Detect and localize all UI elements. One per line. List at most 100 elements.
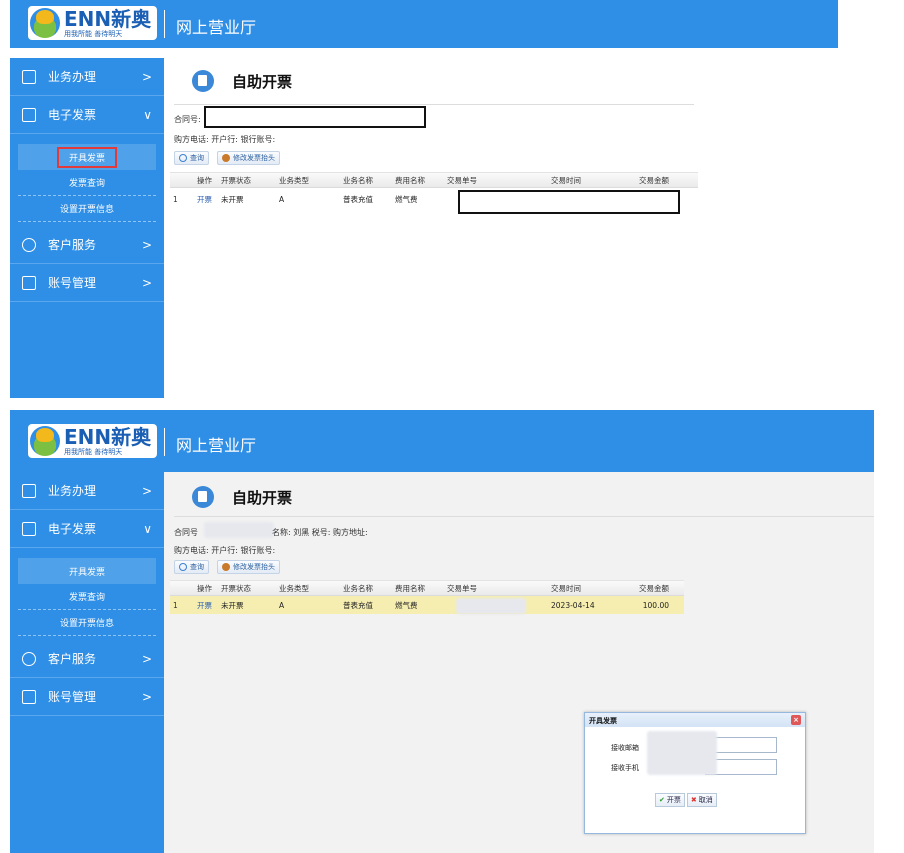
brand-slogan: 用我所能 善待明天 [64, 447, 123, 456]
nav-business[interactable]: 业务办理 > [10, 472, 164, 510]
sub-invoice-settings[interactable]: 设置开票信息 [18, 610, 156, 636]
user-card-icon [22, 275, 36, 290]
title-divider [174, 104, 694, 105]
cell-status: 未开票 [221, 194, 244, 204]
nav-customer-service[interactable]: 客户服务 > [10, 640, 164, 678]
nav-label: 业务办理 [48, 484, 97, 498]
page-title: 自助开票 [232, 488, 293, 507]
chevron-right-icon: > [141, 652, 152, 666]
issue-invoice-link[interactable]: 开票 [184, 194, 218, 205]
col-header: 业务类型 [279, 175, 309, 185]
cell-fee-name: 燃气费 [395, 600, 418, 610]
cell-biz-name: 普表充值 [343, 600, 373, 610]
query-label: 查询 [190, 563, 204, 571]
sub-issue-invoice[interactable]: 开具发票 [18, 144, 156, 170]
col-header: 业务名称 [343, 583, 373, 593]
sub-invoice-query[interactable]: 发票查询 [18, 170, 156, 196]
buyer-bank-row: 购方电话: 开户行: 银行账号: [174, 135, 276, 144]
col-header: 交易时间 [551, 583, 581, 593]
chevron-right-icon: > [141, 276, 152, 290]
contract-row: 合同号 [174, 527, 198, 538]
edit-header-label: 修改发票抬头 [233, 154, 275, 162]
contract-label: 合同号 [174, 528, 198, 537]
e-invoice-submenu: 开具发票 发票查询 设置开票信息 [10, 134, 164, 226]
row-index: 1 [173, 600, 178, 610]
nav-customer-service[interactable]: 客户服务 > [10, 226, 164, 264]
sub-issue-invoice[interactable]: 开具发票 [18, 558, 156, 584]
cell-biz-type: A [279, 194, 285, 204]
highlight-annotation: 开具发票 [56, 146, 117, 168]
edit-header-label: 修改发票抬头 [233, 563, 275, 571]
nav-e-invoice[interactable]: 电子发票 ∨ [10, 510, 164, 548]
edit-icon [222, 154, 230, 162]
enn-logo-icon [30, 426, 60, 456]
cell-status: 未开票 [221, 600, 244, 610]
brand-name: ENN新奥 [64, 424, 152, 449]
document-icon [22, 107, 36, 122]
cell-trade-time: 2023-04-14 [551, 600, 595, 610]
brand-logo[interactable]: ENN新奥 用我所能 善待明天 [28, 6, 158, 40]
chevron-right-icon: > [141, 70, 152, 84]
sidebar: 业务办理 > 电子发票 ∨ 开具发票 发票查询 设置开票信息 客户服务 > 账号… [10, 472, 164, 853]
issue-invoice-link[interactable]: 开票 [184, 600, 218, 611]
main-content: 自助开票 合同号: 购方电话: 开户行: 银行账号: 查询 修改发票抬头 操作 … [164, 48, 838, 398]
dialog-title: 开具发票 [589, 717, 617, 725]
contract-label: 合同号: [174, 115, 201, 124]
table-row[interactable]: 1 开票 未开票 A 普表充值 燃气费 2023-04-14 100.00 [170, 596, 684, 614]
col-header: 交易单号 [447, 175, 477, 185]
cell-biz-name: 普表充值 [343, 194, 373, 204]
cross-icon: ✖ [690, 796, 697, 804]
check-icon: ✔ [659, 796, 665, 804]
nav-label: 客户服务 [48, 652, 97, 666]
issue-label: 开票 [666, 796, 681, 804]
query-button[interactable]: 查询 [174, 151, 209, 165]
invoice-icon [192, 486, 214, 508]
nav-label: 电子发票 [48, 522, 97, 536]
search-icon [179, 154, 187, 162]
brand-slogan: 用我所能 善待明天 [64, 29, 123, 38]
nav-e-invoice[interactable]: 电子发票 ∨ [10, 96, 164, 134]
nav-business[interactable]: 业务办理 > [10, 58, 164, 96]
e-invoice-submenu: 开具发票 发票查询 设置开票信息 [10, 548, 164, 640]
top-bar: ENN新奥 用我所能 善待明天 网上营业厅 [10, 410, 874, 472]
nav-label: 业务办理 [48, 70, 97, 84]
col-header: 交易金额 [639, 175, 669, 185]
col-header: 费用名称 [395, 175, 425, 185]
issue-invoice-dialog: 开具发票 × 接收邮箱 接收手机 ✔ 开票 ✖ 取消 [584, 712, 806, 834]
row-index: 1 [173, 194, 178, 204]
edit-icon [222, 563, 230, 571]
search-icon [179, 563, 187, 571]
cancel-button[interactable]: ✖ 取消 [686, 793, 717, 807]
sub-invoice-query[interactable]: 发票查询 [18, 584, 156, 610]
col-header: 业务类型 [279, 583, 309, 593]
edit-header-button[interactable]: 修改发票抬头 [217, 151, 280, 165]
issue-button[interactable]: ✔ 开票 [655, 793, 685, 807]
nav-account[interactable]: 账号管理 > [10, 264, 164, 302]
blurred-contact [647, 731, 717, 775]
nav-label: 账号管理 [48, 276, 97, 290]
redaction-box [204, 106, 426, 128]
dialog-titlebar: 开具发票 × [585, 713, 805, 727]
chevron-right-icon: > [141, 238, 152, 252]
close-icon[interactable]: × [791, 715, 801, 725]
top-bar: ENN新奥 用我所能 善待明天 网上营业厅 [10, 0, 838, 48]
query-label: 查询 [190, 154, 204, 162]
page-title: 自助开票 [232, 72, 293, 91]
table-header: 操作 开票状态 业务类型 业务名称 费用名称 交易单号 交易时间 交易金额 [170, 172, 698, 188]
chevron-right-icon: > [141, 690, 152, 704]
screenshot-before: ENN新奥 用我所能 善待明天 网上营业厅 业务办理 > 电子发票 ∨ 开具发票… [10, 0, 838, 398]
edit-header-button[interactable]: 修改发票抬头 [217, 560, 280, 574]
nav-account[interactable]: 账号管理 > [10, 678, 164, 716]
phone-icon [22, 237, 36, 252]
cancel-label: 取消 [698, 796, 713, 804]
sub-invoice-settings[interactable]: 设置开票信息 [18, 196, 156, 222]
col-header: 交易金额 [639, 583, 669, 593]
query-button[interactable]: 查询 [174, 560, 209, 574]
brand-logo[interactable]: ENN新奥 用我所能 善待明天 [28, 424, 158, 458]
col-header: 开票状态 [221, 583, 251, 593]
phone-field-label: 接收手机 [611, 764, 639, 772]
nav-label: 账号管理 [48, 690, 97, 704]
cell-fee-name: 燃气费 [395, 194, 418, 204]
nav-label: 客户服务 [48, 238, 97, 252]
col-header: 开票状态 [221, 175, 251, 185]
